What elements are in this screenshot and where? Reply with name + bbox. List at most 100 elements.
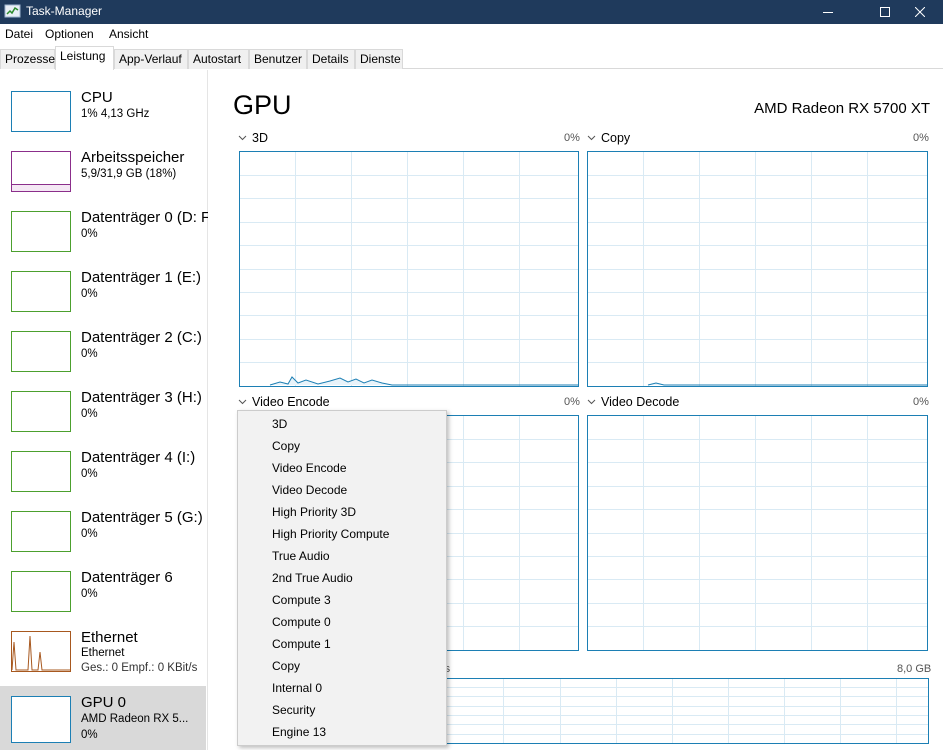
tab-bar: Prozesse Leistung App-Verlauf Autostart … xyxy=(0,45,943,70)
engine-selector-video-decode[interactable]: Video Decode xyxy=(587,395,679,409)
disk-thumbnail xyxy=(11,571,71,612)
chevron-down-icon xyxy=(238,399,247,405)
gpu-model-name: AMD Radeon RX 5700 XT xyxy=(754,100,930,117)
dropdown-item[interactable]: 3D xyxy=(272,413,442,435)
graph-copy-grid xyxy=(588,152,927,386)
sidebar-item-disk-6[interactable]: Datenträger 6 0% xyxy=(0,550,206,612)
sidebar-item-disk-4[interactable]: Datenträger 4 (I:) 0% xyxy=(0,430,206,492)
sidebar-item-title: Datenträger 2 (C:) xyxy=(81,329,202,346)
dropdown-item[interactable]: High Priority 3D xyxy=(272,501,442,523)
menu-ansicht[interactable]: Ansicht xyxy=(109,27,148,41)
engine-label: 3D xyxy=(252,131,268,145)
engine-label: Video Encode xyxy=(252,395,330,409)
disk-thumbnail xyxy=(11,391,71,432)
sidebar-item-ethernet[interactable]: Ethernet Ethernet Ges.: 0 Empf.: 0 KBit/… xyxy=(0,610,206,674)
dropdown-item[interactable]: Compute 3 xyxy=(272,589,442,611)
menu-optionen[interactable]: Optionen xyxy=(45,27,94,41)
dropdown-item[interactable]: Video Encode xyxy=(272,457,442,479)
dropdown-item[interactable]: Engine 13 xyxy=(272,721,442,743)
menu-datei[interactable]: Datei xyxy=(5,27,33,41)
sidebar-item-sub2: 0% xyxy=(81,729,98,741)
sidebar-item-sub: Ethernet xyxy=(81,647,125,659)
dropdown-item[interactable]: High Priority Compute xyxy=(272,523,442,545)
sidebar-item-sub: 0% xyxy=(81,228,98,240)
disk-thumbnail xyxy=(11,451,71,492)
dropdown-item[interactable]: Compute 0 xyxy=(272,611,442,633)
sidebar-item-disk-2[interactable]: Datenträger 2 (C:) 0% xyxy=(0,310,206,372)
engine-dropdown-menu: 3D Copy Video Encode Video Decode High P… xyxy=(237,410,447,746)
sidebar-item-sub: 5,9/31,9 GB (18%) xyxy=(81,168,177,180)
chevron-down-icon xyxy=(238,135,247,141)
close-button[interactable] xyxy=(897,0,943,24)
disk-thumbnail xyxy=(11,271,71,312)
dropdown-item[interactable]: True Audio xyxy=(272,545,442,567)
sidebar-item-sub: 1% 4,13 GHz xyxy=(81,108,150,120)
sidebar-item-title: Datenträger 4 (I:) xyxy=(81,449,196,466)
graph-copy xyxy=(587,151,928,387)
engine-label: Video Decode xyxy=(601,395,680,409)
sidebar-item-title: GPU 0 xyxy=(81,694,127,711)
tab-leistung[interactable]: Leistung xyxy=(55,46,114,70)
tab-benutzer[interactable]: Benutzer xyxy=(249,49,307,69)
sidebar-item-sub: 0% xyxy=(81,348,98,360)
memory-thumbnail xyxy=(11,151,71,192)
graph-3d xyxy=(239,151,579,387)
engine-percent: 0% xyxy=(564,132,580,144)
window-title: Task-Manager xyxy=(26,4,103,18)
engine-selector-video-encode[interactable]: Video Encode xyxy=(238,395,330,409)
cpu-thumbnail xyxy=(11,91,71,132)
title-bar[interactable]: Task-Manager xyxy=(0,0,943,24)
tab-details[interactable]: Details xyxy=(307,49,355,69)
engine-label: Copy xyxy=(601,131,631,145)
dropdown-item[interactable]: Copy xyxy=(272,655,442,677)
sidebar-item-title: Datenträger 0 (D: F xyxy=(81,209,208,226)
sidebar-item-cpu[interactable]: CPU 1% 4,13 GHz xyxy=(0,70,206,132)
graph-3d-grid xyxy=(240,152,578,386)
sidebar-item-disk-3[interactable]: Datenträger 3 (H:) 0% xyxy=(0,370,206,432)
task-manager-icon xyxy=(4,3,21,20)
graph-video-decode-grid xyxy=(588,416,927,650)
dropdown-item[interactable]: Internal 0 xyxy=(272,677,442,699)
sidebar-item-disk-1[interactable]: Datenträger 1 (E:) 0% xyxy=(0,250,206,312)
engine-percent: 0% xyxy=(564,396,580,408)
sidebar-item-title: Ethernet xyxy=(81,629,138,646)
sidebar-item-title: CPU xyxy=(81,89,113,106)
engine-selector-copy[interactable]: Copy xyxy=(587,131,630,145)
dropdown-item[interactable]: 2nd True Audio xyxy=(272,567,442,589)
memory-max-label: 8,0 GB xyxy=(897,663,932,675)
gpu-thumbnail xyxy=(11,696,71,743)
dropdown-item[interactable]: Compute 1 xyxy=(272,633,442,655)
sidebar-item-sub: 0% xyxy=(81,288,98,300)
dropdown-item[interactable]: Security xyxy=(272,699,442,721)
dropdown-item[interactable]: Copy xyxy=(272,435,442,457)
sidebar-item-title: Datenträger 3 (H:) xyxy=(81,389,202,406)
sidebar-item-disk-0[interactable]: Datenträger 0 (D: F 0% xyxy=(0,190,208,252)
sidebar-item-memory[interactable]: Arbeitsspeicher 5,9/31,9 GB (18%) xyxy=(0,130,206,192)
tab-dienste[interactable]: Dienste xyxy=(355,49,403,69)
ethernet-thumbnail xyxy=(11,631,71,672)
sidebar-item-sub2: Ges.: 0 Empf.: 0 KBit/s xyxy=(81,662,198,674)
tab-prozesse[interactable]: Prozesse xyxy=(0,49,55,69)
sidebar-item-sub: 0% xyxy=(81,408,98,420)
sidebar-item-title: Arbeitsspeicher xyxy=(81,149,185,166)
sidebar-item-gpu-0[interactable]: GPU 0 AMD Radeon RX 5... 0% xyxy=(0,686,206,750)
chevron-down-icon xyxy=(587,135,596,141)
menu-bar: Datei Optionen Ansicht xyxy=(0,24,943,45)
page-title: GPU xyxy=(233,90,292,120)
disk-thumbnail xyxy=(11,511,71,552)
disk-thumbnail xyxy=(11,331,71,372)
engine-percent: 0% xyxy=(913,132,929,144)
tab-app-verlauf[interactable]: App-Verlauf xyxy=(114,49,188,69)
dropdown-item[interactable]: Video Decode xyxy=(272,479,442,501)
engine-selector-3d[interactable]: 3D xyxy=(238,131,268,145)
sidebar-item-disk-5[interactable]: Datenträger 5 (G:) 0% xyxy=(0,490,206,552)
disk-thumbnail xyxy=(11,211,71,252)
engine-percent: 0% xyxy=(913,396,929,408)
sidebar-item-title: Datenträger 1 (E:) xyxy=(81,269,202,286)
minimize-button[interactable] xyxy=(805,0,851,24)
tab-autostart[interactable]: Autostart xyxy=(188,49,249,69)
performance-sidebar: CPU 1% 4,13 GHz Arbeitsspeicher 5,9/31,9… xyxy=(0,70,208,750)
sidebar-item-sub: 0% xyxy=(81,468,98,480)
sidebar-item-title: Datenträger 6 xyxy=(81,569,173,586)
graph-video-decode xyxy=(587,415,928,651)
